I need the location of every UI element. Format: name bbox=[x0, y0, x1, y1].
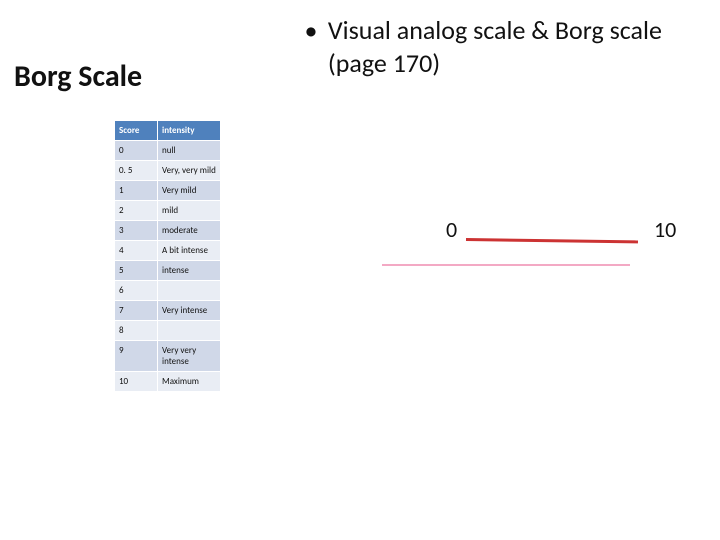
cell-intensity: Very, very mild bbox=[158, 161, 221, 181]
cell-score: 7 bbox=[115, 301, 158, 321]
cell-intensity: Very very intense bbox=[158, 341, 221, 372]
table-row: 10Maximum bbox=[115, 372, 221, 392]
col-header-score: Score bbox=[115, 121, 158, 141]
cell-intensity: Very intense bbox=[158, 301, 221, 321]
table-row: 4A bit intense bbox=[115, 241, 221, 261]
table-row: 0null bbox=[115, 141, 221, 161]
table-row: 2mild bbox=[115, 201, 221, 221]
table-row: 8 bbox=[115, 321, 221, 341]
cell-intensity: intense bbox=[158, 261, 221, 281]
borg-scale-table: Score intensity 0null 0. 5Very, very mil… bbox=[114, 120, 221, 392]
vas-label-left: 0 bbox=[446, 216, 457, 243]
cell-score: 10 bbox=[115, 372, 158, 392]
cell-score: 9 bbox=[115, 341, 158, 372]
cell-intensity: moderate bbox=[158, 221, 221, 241]
bullet-item: • Visual analog scale & Borg scale (page… bbox=[300, 14, 700, 79]
cell-intensity: mild bbox=[158, 201, 221, 221]
cell-intensity: Maximum bbox=[158, 372, 221, 392]
bullet-text: Visual analog scale & Borg scale (page 1… bbox=[328, 14, 688, 79]
cell-score: 8 bbox=[115, 321, 158, 341]
vas-line-red bbox=[466, 238, 638, 243]
cell-score: 6 bbox=[115, 281, 158, 301]
table-row: 3moderate bbox=[115, 221, 221, 241]
table-row: 5intense bbox=[115, 261, 221, 281]
table-header-row: Score intensity bbox=[115, 121, 221, 141]
cell-score: 3 bbox=[115, 221, 158, 241]
cell-intensity bbox=[158, 321, 221, 341]
vas-label-right: 10 bbox=[654, 216, 676, 243]
cell-score: 0. 5 bbox=[115, 161, 158, 181]
visual-analog-scale: 0 10 bbox=[358, 216, 678, 296]
cell-score: 5 bbox=[115, 261, 158, 281]
vas-line-pink bbox=[382, 264, 630, 266]
cell-intensity bbox=[158, 281, 221, 301]
cell-intensity: Very mild bbox=[158, 181, 221, 201]
table-row: 7Very intense bbox=[115, 301, 221, 321]
table-row: 1Very mild bbox=[115, 181, 221, 201]
table-row: 0. 5Very, very mild bbox=[115, 161, 221, 181]
col-header-intensity: intensity bbox=[158, 121, 221, 141]
slide: Borg Scale • Visual analog scale & Borg … bbox=[0, 0, 720, 540]
bullet-dot-icon: • bbox=[300, 14, 322, 47]
cell-score: 4 bbox=[115, 241, 158, 261]
title-left: Borg Scale bbox=[14, 58, 142, 95]
table-row: 9Very very intense bbox=[115, 341, 221, 372]
cell-intensity: null bbox=[158, 141, 221, 161]
cell-score: 0 bbox=[115, 141, 158, 161]
cell-intensity: A bit intense bbox=[158, 241, 221, 261]
cell-score: 2 bbox=[115, 201, 158, 221]
table-row: 6 bbox=[115, 281, 221, 301]
cell-score: 1 bbox=[115, 181, 158, 201]
